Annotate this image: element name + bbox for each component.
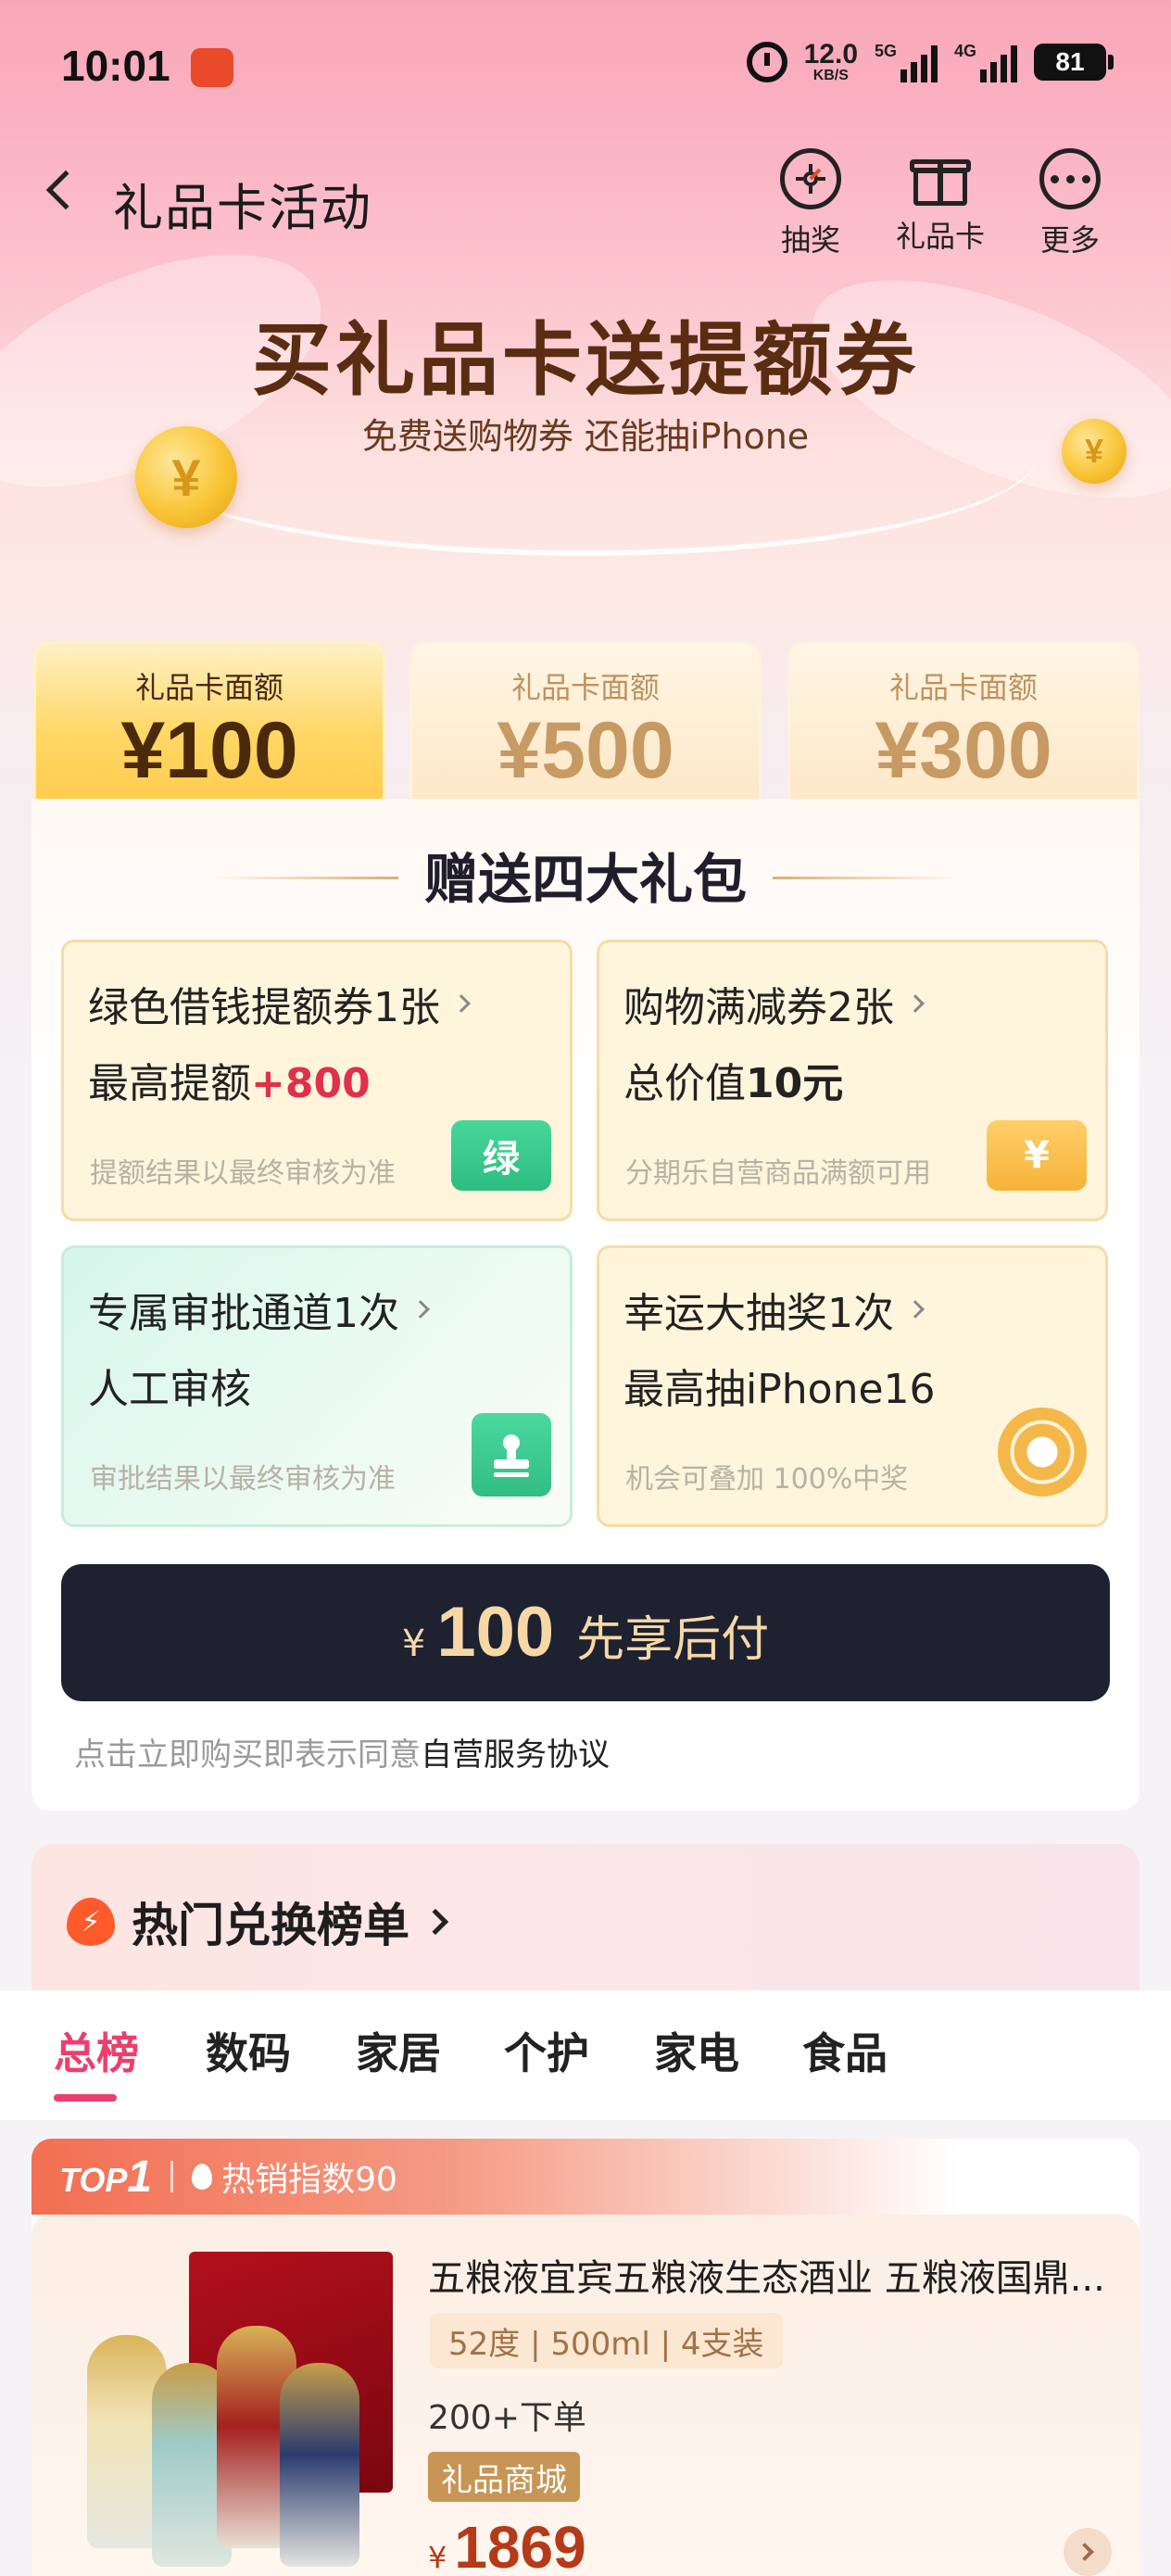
tab-personal-care[interactable]: 个护 xyxy=(504,2020,589,2081)
lottery-icon xyxy=(780,148,841,209)
active-tab-indicator xyxy=(54,2094,117,2102)
gift-tile-note: 提额结果以最终审核为准 xyxy=(90,1157,396,1190)
chevron-right-icon xyxy=(906,994,925,1013)
page-title: 礼品卡活动 xyxy=(113,179,372,237)
tab-appliances[interactable]: 家电 xyxy=(654,2020,739,2081)
pay-amount: 100 xyxy=(436,1593,555,1672)
signal-4g-icon: 4G xyxy=(954,42,1017,82)
gift-card-label: 礼品卡 xyxy=(896,219,986,254)
chevron-right-icon xyxy=(411,1300,430,1319)
lottery-label: 抽奖 xyxy=(780,222,840,258)
more-button[interactable]: 更多 xyxy=(1028,148,1112,259)
gift-tile-approval-channel[interactable]: 专属审批通道1次 人工审核 审批结果以最终审核为准 xyxy=(61,1245,573,1527)
signal-5g-icon: 5G xyxy=(875,42,938,82)
gift-tile-title: 幸运大抽奖1次 xyxy=(623,1290,894,1337)
yen-coupon-icon: ¥ xyxy=(987,1120,1087,1191)
divider xyxy=(170,2161,174,2192)
product-card[interactable]: TOP1 热销指数90 五粮液宜宾五粮液生态酒业 五粮液国鼎... 52度 | … xyxy=(31,2139,1140,2576)
gift-card-button[interactable]: 礼品卡 xyxy=(896,148,986,256)
tab-overall[interactable]: 总榜 xyxy=(54,2020,139,2081)
tab-home[interactable]: 家居 xyxy=(356,2020,441,2081)
heat-drop-icon xyxy=(192,2164,213,2190)
product-price: ¥1869 xyxy=(428,2514,586,2576)
denomination-label: 礼品卡面额 xyxy=(134,670,283,705)
product-spec: 52度 | 500ml | 4支装 xyxy=(430,2313,783,2368)
denomination-value: ¥500 xyxy=(497,706,674,795)
gift-tile-desc: 总价值 xyxy=(623,1060,746,1107)
gift-tile-title: 购物满减券2张 xyxy=(623,984,894,1031)
service-agreement-link[interactable]: 自营服务协议 xyxy=(421,1736,610,1774)
category-tabs: 总榜 数码 家居 个护 家电 食品 xyxy=(0,1990,1171,2120)
gift-tile-note: 机会可叠加 100%中奖 xyxy=(625,1463,909,1496)
gift-tile-title: 绿色借钱提额券1张 xyxy=(88,984,440,1031)
gift-tile-desc: 最高抽iPhone16 xyxy=(623,1366,936,1413)
gift-tile-desc: 人工审核 xyxy=(88,1366,251,1413)
more-label: 更多 xyxy=(1039,222,1100,258)
gift-tile-shopping-coupon[interactable]: 购物满减券2张 总价值10元 分期乐自营商品满额可用 ¥ xyxy=(597,940,1108,1221)
order-count: 200+下单 xyxy=(428,2399,586,2437)
gift-package-title: 赠送四大礼包 xyxy=(423,848,747,911)
gift-tile-desc: 最高提额 xyxy=(88,1060,251,1107)
hero-title: 买礼品卡送提额券 xyxy=(252,314,919,407)
denomination-tab-100[interactable]: 礼品卡面额 ¥100 xyxy=(33,641,385,808)
hot-list-title-link[interactable]: ⚡ 热门兑换榜单 xyxy=(67,1888,449,1955)
denomination-tab-500[interactable]: 礼品卡面额 ¥500 xyxy=(409,641,762,808)
pay-label: 先享后付 xyxy=(576,1612,770,1668)
denomination-tab-300[interactable]: 礼品卡面额 ¥300 xyxy=(787,641,1140,808)
hot-list-title: 热门兑换榜单 xyxy=(132,1899,409,1952)
agreement-text: 点击立即购买即表示同意自营服务协议 xyxy=(74,1736,610,1774)
chevron-right-icon xyxy=(906,1300,925,1319)
denomination-value: ¥100 xyxy=(120,706,298,795)
denomination-label: 礼品卡面额 xyxy=(510,670,660,705)
more-icon xyxy=(1039,148,1101,209)
coupon-total-value: 10元 xyxy=(746,1060,844,1107)
gift-tile-title: 专属审批通道1次 xyxy=(88,1290,399,1337)
credit-increase-amount: +800 xyxy=(251,1060,371,1107)
bottle-image xyxy=(280,2363,359,2567)
rank-badge: TOP1 xyxy=(59,2152,153,2202)
tab-food[interactable]: 食品 xyxy=(802,2020,888,2081)
tab-digital[interactable]: 数码 xyxy=(206,2020,291,2081)
heat-index: 热销指数90 xyxy=(221,2161,397,2199)
product-rank-header: TOP1 热销指数90 xyxy=(31,2139,958,2215)
status-bar: 10:01 12.0 KB/S 5G 4G 81 xyxy=(0,0,1171,130)
denomination-value: ¥300 xyxy=(875,706,1052,795)
pay-currency: ¥ xyxy=(401,1623,426,1665)
product-detail-arrow-icon[interactable] xyxy=(1064,2528,1112,2576)
stamp-icon xyxy=(472,1413,551,1496)
gift-tile-credit-coupon[interactable]: 绿色借钱提额券1张 最高提额+800 提额结果以最终审核为准 绿 xyxy=(61,940,573,1221)
alarm-icon xyxy=(746,42,787,82)
notification-app-icon xyxy=(191,48,233,87)
battery-indicator: 81 xyxy=(1034,44,1114,81)
product-image xyxy=(59,2252,430,2576)
network-speed: 12.0 KB/S xyxy=(803,39,858,83)
product-body: 五粮液宜宾五粮液生态酒业 五粮液国鼎... 52度 | 500ml | 4支装 … xyxy=(31,2215,1140,2576)
product-name: 五粮液宜宾五粮液生态酒业 五粮液国鼎... xyxy=(428,2257,1105,2300)
buy-now-pay-later-button[interactable]: ¥ 100 先享后付 xyxy=(61,1564,1110,1701)
title-divider xyxy=(773,877,958,879)
gift-tile-lucky-draw[interactable]: 幸运大抽奖1次 最高抽iPhone16 机会可叠加 100%中奖 xyxy=(597,1245,1108,1527)
green-coupon-icon: 绿 xyxy=(451,1120,551,1191)
gift-mall-tag: 礼品商城 xyxy=(428,2452,580,2502)
prize-wheel-icon xyxy=(998,1408,1087,1496)
status-time: 10:01 xyxy=(61,42,170,90)
chevron-right-icon xyxy=(452,994,471,1013)
gift-icon xyxy=(910,148,971,206)
hero-subtitle: 免费送购物券 还能抽iPhone xyxy=(361,416,810,457)
gift-package-card: 赠送四大礼包 绿色借钱提额券1张 最高提额+800 提额结果以最终审核为准 绿 … xyxy=(31,799,1140,1811)
gift-tile-note: 审批结果以最终审核为准 xyxy=(90,1463,396,1496)
lottery-button[interactable]: 抽奖 xyxy=(769,148,852,259)
flame-icon: ⚡ xyxy=(67,1898,115,1946)
gift-tile-note: 分期乐自营商品满额可用 xyxy=(625,1157,931,1190)
denomination-label: 礼品卡面额 xyxy=(888,670,1038,705)
chevron-right-icon xyxy=(422,1908,449,1936)
